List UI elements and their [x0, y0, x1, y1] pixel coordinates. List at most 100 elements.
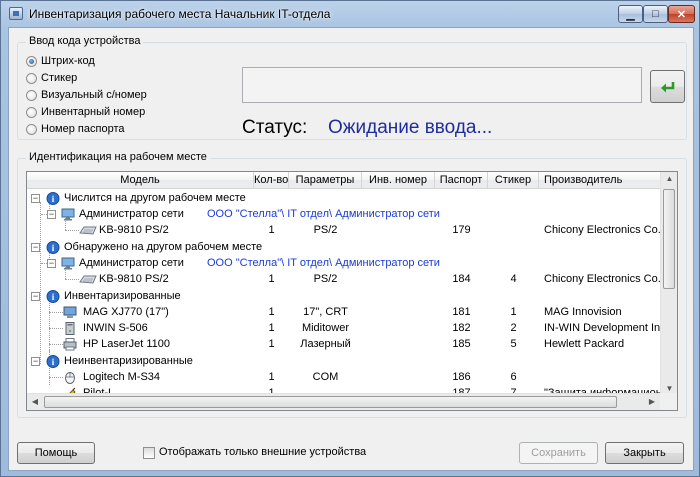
app-window: Инвентаризация рабочего места Начальник …	[0, 0, 700, 477]
vertical-scroll-thumb[interactable]	[663, 189, 675, 289]
tree-cell-model: Обнаружено на другом рабочем месте	[64, 241, 263, 253]
tree-cell-passport: 181	[452, 306, 471, 318]
device-code-input[interactable]	[242, 67, 642, 103]
collapse-toggle[interactable]: −	[31, 357, 40, 366]
col-header-model[interactable]: Модель	[27, 172, 254, 189]
tree-line	[49, 344, 63, 345]
tree-group-row[interactable]: − i Числится на другом рабочем месте	[27, 190, 660, 206]
tree-cell-model: MAG XJ770 (17")	[83, 306, 169, 318]
collapse-toggle[interactable]: −	[31, 243, 40, 252]
tree-workplace-row[interactable]: − Администратор сети ООО "Стелла"\ IT от…	[27, 255, 660, 271]
title-bar[interactable]: Инвентаризация рабочего места Начальник …	[1, 1, 699, 27]
save-button[interactable]: Сохранить	[519, 442, 598, 464]
tree-device-row[interactable]: INWIN S-506 1 Miditower 182 2 IN-WIN Dev…	[27, 320, 664, 336]
help-button[interactable]: Помощь	[17, 442, 95, 464]
enter-button[interactable]	[650, 70, 685, 103]
col-header-params[interactable]: Параметры	[289, 172, 362, 189]
tree-cell-model: Logitech M-S34	[83, 371, 161, 383]
tree-cell-sticker: 6	[510, 371, 517, 383]
tree-cell-passport: 179	[452, 224, 471, 236]
collapse-toggle[interactable]: −	[47, 210, 56, 219]
tree-cell-maker: IN-WIN Development Inc.	[544, 322, 664, 334]
horizontal-scrollbar[interactable]: ◀ ▶	[27, 393, 660, 410]
radio-passport-number[interactable]: Номер паспорта	[26, 122, 124, 136]
device-tree[interactable]: Модель Кол-во Параметры Инв. номер Паспо…	[26, 171, 678, 411]
col-header-maker[interactable]: Производитель	[539, 172, 660, 189]
tree-group-row[interactable]: − i Обнаружено на другом рабочем месте	[27, 239, 660, 255]
tree-cell-qty: 1	[268, 371, 275, 383]
col-header-qty[interactable]: Кол-во	[254, 172, 289, 189]
col-header-sticker[interactable]: Стикер	[488, 172, 539, 189]
horizontal-scroll-thumb[interactable]	[44, 396, 617, 408]
scroll-right-icon[interactable]: ▶	[646, 397, 658, 406]
tree-cell-params: PS/2	[313, 273, 338, 285]
info-icon: i	[46, 355, 60, 368]
scroll-left-icon[interactable]: ◀	[29, 397, 41, 406]
scroll-corner	[660, 393, 677, 410]
tree-header: Модель Кол-во Параметры Инв. номер Паспо…	[27, 172, 660, 189]
col-header-inv[interactable]: Инв. номер	[362, 172, 435, 189]
radio-barcode[interactable]: Штрих-код	[26, 54, 95, 68]
tree-cell-model: Числится на другом рабочем месте	[64, 192, 246, 204]
close-window-button[interactable]: ✕	[668, 5, 695, 23]
external-only-label: Отображать только внешние устройства	[159, 446, 367, 458]
radio-barcode-indicator[interactable]	[26, 55, 37, 67]
vertical-scrollbar[interactable]: ▲ ▼	[660, 172, 677, 395]
info-icon: i	[46, 290, 60, 303]
tree-cell-params: 17", CRT	[303, 306, 348, 318]
external-only-checkbox[interactable]	[143, 447, 155, 459]
maximize-button[interactable]: □	[643, 5, 668, 23]
tree-device-row[interactable]: MAG XJ770 (17") 1 17", CRT 181 1 MAG Inn…	[27, 304, 660, 320]
tree-cell-model: HP LaserJet 1100	[83, 338, 171, 350]
tree-cell-params: Лазерный	[300, 338, 351, 350]
tree-line	[49, 312, 63, 313]
radio-visual-serial[interactable]: Визуальный с/номер	[26, 88, 147, 102]
collapse-toggle[interactable]: −	[47, 259, 56, 268]
status-label: Статус:	[242, 117, 308, 138]
radio-inventory-number-indicator[interactable]	[26, 106, 37, 118]
radio-passport-number-label: Номер паспорта	[41, 123, 125, 135]
radio-sticker-label: Стикер	[41, 72, 78, 84]
tree-device-row[interactable]: KB-9810 PS/2 1 PS/2 179 Chicony Electron…	[27, 222, 664, 238]
tree-cell-maker: Chicony Electronics Co., Ltd	[544, 273, 664, 285]
tree-cell-model: Администратор сети	[79, 257, 184, 269]
tree-device-row[interactable]: HP LaserJet 1100 1 Лазерный 185 5 Hewlet…	[27, 336, 660, 352]
tree-cell-maker: MAG Innovision	[544, 306, 622, 318]
info-icon: i	[46, 192, 60, 205]
tree-cell-model: Инвентаризированные	[64, 290, 181, 302]
client-area: Ввод кода устройства Штрих-код Стикер Ви…	[8, 27, 694, 471]
tree-cell-sticker: 1	[510, 306, 517, 318]
tree-group-row[interactable]: − i Неинвентаризированные	[27, 353, 660, 369]
tree-group-row[interactable]: − i Инвентаризированные	[27, 288, 660, 304]
radio-inventory-number-label: Инвентарный номер	[41, 106, 146, 118]
tree-cell-maker: Hewlett Packard	[544, 338, 625, 350]
tree-cell-sticker: 2	[510, 322, 517, 334]
minimize-button[interactable]: ▁	[618, 5, 643, 23]
app-icon	[9, 7, 23, 20]
tree-workplace-row[interactable]: − Администратор сети ООО "Стелла"\ IT от…	[27, 206, 660, 222]
code-entry-group: Ввод кода устройства Штрих-код Стикер Ви…	[17, 35, 687, 140]
scroll-up-icon[interactable]: ▲	[661, 174, 677, 183]
keyboard-icon	[79, 275, 97, 284]
radio-passport-number-indicator[interactable]	[26, 123, 37, 135]
radio-visual-serial-indicator[interactable]	[26, 89, 37, 101]
collapse-toggle[interactable]: −	[31, 194, 40, 203]
radio-sticker[interactable]: Стикер	[26, 71, 77, 85]
computer-icon	[61, 257, 75, 270]
col-header-passport[interactable]: Паспорт	[435, 172, 488, 189]
tree-cell-params: Miditower	[301, 322, 350, 334]
tree-cell-qty: 1	[268, 224, 275, 236]
tree-device-row[interactable]: KB-9810 PS/2 1 PS/2 184 4 Chicony Electr…	[27, 271, 664, 287]
tree-cell-params: PS/2	[313, 224, 338, 236]
printer-icon	[63, 338, 77, 351]
scroll-down-icon[interactable]: ▼	[661, 384, 677, 393]
window-title: Инвентаризация рабочего места Начальник …	[29, 7, 331, 21]
radio-inventory-number[interactable]: Инвентарный номер	[26, 105, 145, 119]
tree-cell-sticker: 5	[510, 338, 517, 350]
close-button[interactable]: Закрыть	[605, 442, 684, 464]
radio-sticker-indicator[interactable]	[26, 72, 37, 84]
tree-cell-model: KB-9810 PS/2	[99, 224, 169, 236]
tree-device-row[interactable]: Logitech M-S34 1 COM 186 6	[27, 369, 660, 385]
collapse-toggle[interactable]: −	[31, 292, 40, 301]
tree-line	[65, 279, 79, 280]
